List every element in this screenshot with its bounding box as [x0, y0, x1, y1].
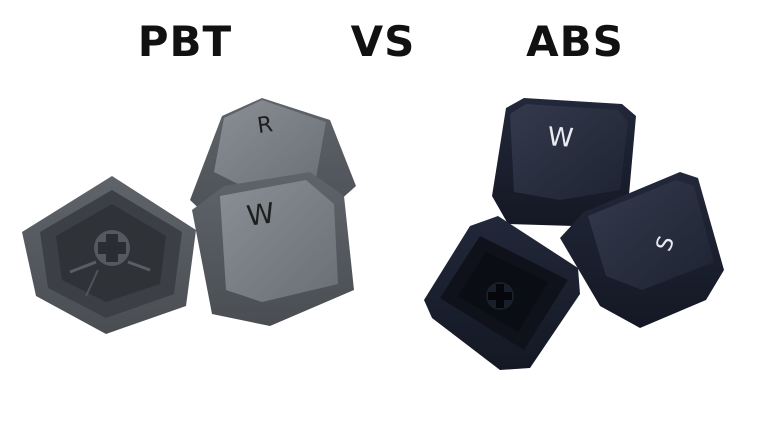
abs-keycap-underside: [424, 216, 580, 370]
pbt-keycap-underside: [22, 176, 196, 334]
pbt-legend-w: W: [245, 196, 277, 233]
stem-icon: [486, 282, 514, 310]
stem-icon: [94, 230, 130, 266]
abs-legend-w: W: [547, 122, 575, 154]
pbt-keycap-w: W: [192, 172, 354, 326]
keycap-photo: R W W S: [22, 98, 724, 370]
